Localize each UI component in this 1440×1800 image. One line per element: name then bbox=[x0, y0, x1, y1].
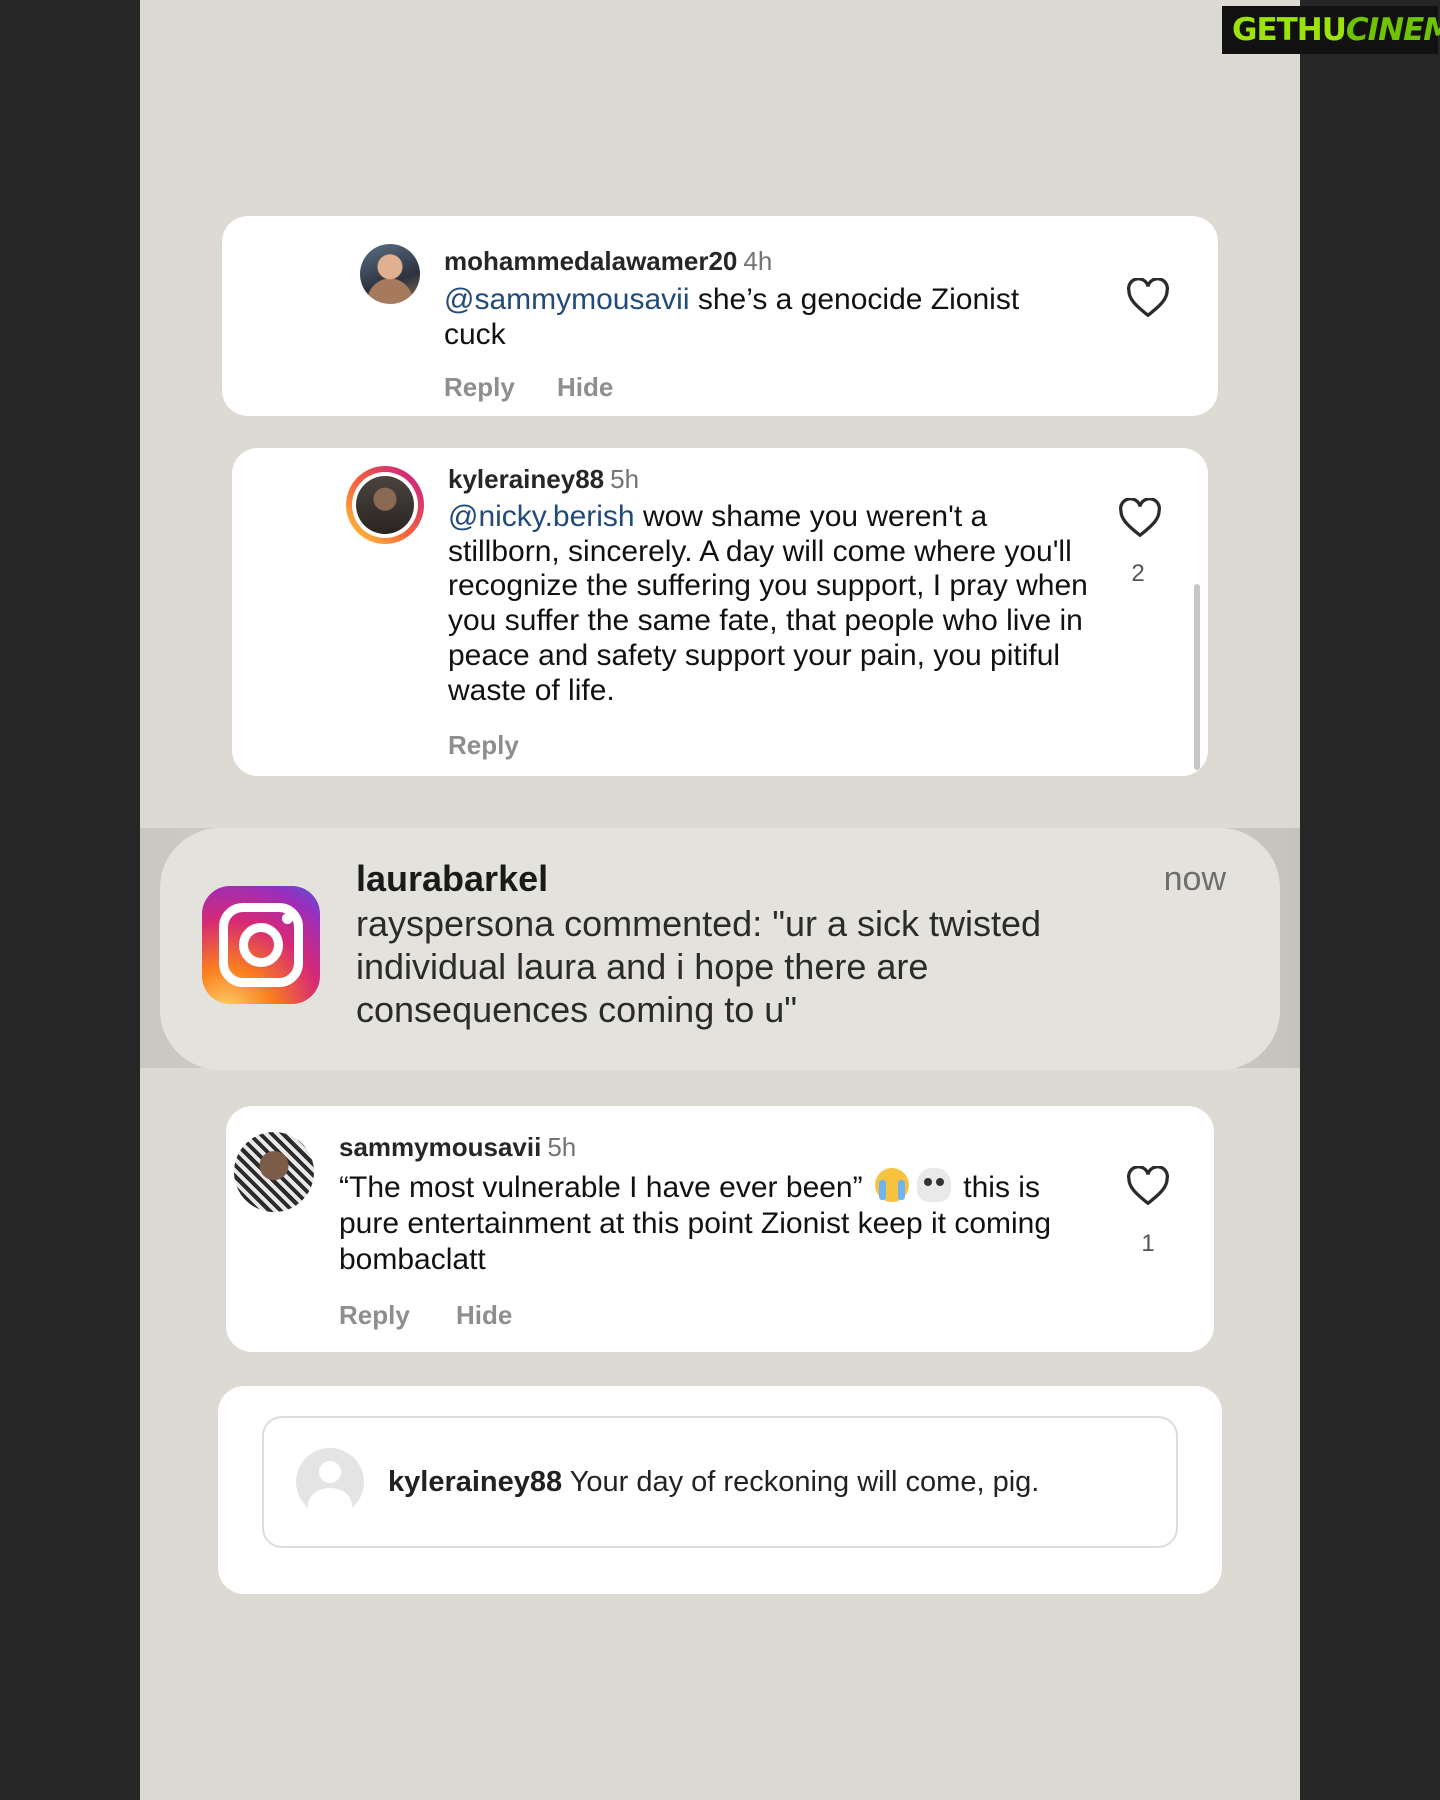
heart-icon[interactable] bbox=[1126, 1166, 1170, 1206]
like-count: 2 bbox=[1131, 560, 1145, 587]
watermark-logo: GETHUCINEMA bbox=[1222, 6, 1440, 54]
comment-timestamp: 4h bbox=[743, 246, 773, 276]
comment-username[interactable]: sammymousavii 5h bbox=[339, 1132, 576, 1163]
reply-button[interactable]: Reply bbox=[448, 730, 519, 761]
comment-text: @nicky.berish wow shame you weren't a st… bbox=[448, 500, 1088, 707]
notification-title: laurabarkel bbox=[356, 858, 549, 899]
mention-link[interactable]: @nicky.berish bbox=[448, 500, 635, 533]
comment-timestamp: 5h bbox=[610, 464, 640, 494]
like-count: 1 bbox=[1141, 1230, 1155, 1257]
reply-preview-username[interactable]: kylerainey88 bbox=[388, 1466, 562, 1498]
heart-icon[interactable] bbox=[1118, 498, 1162, 538]
comment-username[interactable]: kylerainey88 5h bbox=[448, 464, 639, 495]
reply-button[interactable]: Reply bbox=[444, 372, 515, 403]
mention-link[interactable]: @sammymousavii bbox=[444, 283, 690, 316]
instagram-logo-icon bbox=[202, 886, 320, 1004]
reply-preview-text: kylerainey88 Your day of reckoning will … bbox=[388, 1466, 1040, 1498]
heart-icon[interactable] bbox=[1126, 278, 1170, 318]
comment-card: kylerainey88 5h @nicky.berish wow shame y… bbox=[232, 448, 1208, 776]
reply-button[interactable]: Reply bbox=[339, 1300, 410, 1331]
loudly-crying-face-emoji bbox=[874, 1168, 909, 1202]
reply-preview-box[interactable]: kylerainey88 Your day of reckoning will … bbox=[262, 1416, 1178, 1548]
hide-button[interactable]: Hide bbox=[456, 1300, 512, 1331]
notification-body: rayspersona commented: "ur a sick twiste… bbox=[356, 903, 1042, 1030]
avatar[interactable] bbox=[360, 244, 420, 304]
hide-button[interactable]: Hide bbox=[557, 372, 613, 403]
comment-card: sammymousavii 5h “The most vulnerable I h… bbox=[226, 1106, 1214, 1352]
default-avatar-icon bbox=[296, 1448, 364, 1516]
avatar[interactable] bbox=[346, 466, 424, 544]
comment-username[interactable]: mohammedalawamer20 4h bbox=[444, 246, 772, 277]
comment-text: “The most vulnerable I have ever been” t… bbox=[339, 1168, 1099, 1278]
notification-time: now bbox=[1163, 860, 1226, 898]
skull-emoji bbox=[916, 1168, 951, 1202]
comment-text: @sammymousavii she’s a genocide Zionist … bbox=[444, 283, 1020, 351]
avatar[interactable] bbox=[234, 1132, 314, 1212]
comment-timestamp: 5h bbox=[547, 1132, 577, 1162]
push-notification[interactable]: laurabarkel now rayspersona commented: "… bbox=[160, 828, 1280, 1070]
comment-card: mohammedalawamer20 4h @sammymousavii she’… bbox=[222, 216, 1218, 416]
scrollbar[interactable] bbox=[1194, 584, 1200, 770]
avatar-photo bbox=[352, 472, 418, 538]
reply-preview-card: kylerainey88 Your day of reckoning will … bbox=[218, 1386, 1222, 1594]
